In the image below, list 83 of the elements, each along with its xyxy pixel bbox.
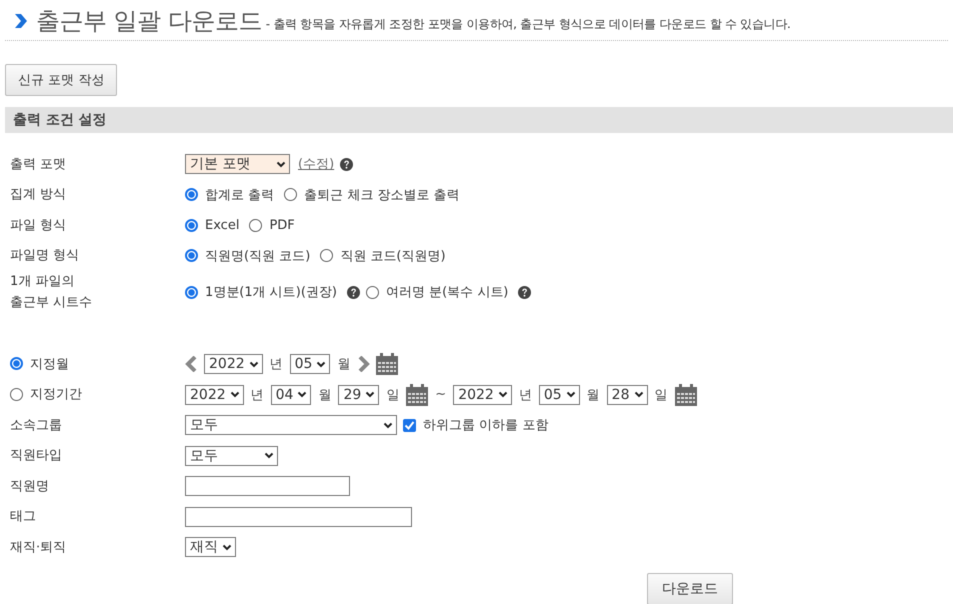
field-label: 파일명 형식 [10,248,80,264]
dropdown[interactable]: 모두 [185,415,397,436]
unit-label: ~ [435,387,446,402]
chevron-icon [383,422,393,429]
help-icon[interactable] [340,158,354,171]
radio-label: Excel [205,218,240,233]
chevron-icon [297,391,308,398]
radio-label: 직원명(직원 코드) [205,248,310,265]
radio-button[interactable] [185,218,198,232]
dropdown[interactable]: 05 [290,354,330,374]
page-description: - 출력 항목을 자유롭게 조정한 포맷을 이용하여, 출근부 형식으로 데이터를 다운로드 할 수 있습니다. [266,16,791,32]
field-label: 출력 포맷 [10,156,66,172]
unit-label: 월 [318,386,332,404]
field-label: 집계 방식 [10,187,66,202]
chevron-icon [365,391,376,398]
unit-label: 년 [250,386,264,404]
chevron-icon [264,452,274,460]
radio-button[interactable] [284,188,298,202]
radio-label: 지정기간 [30,386,82,403]
radio-label: 합계로 출력 [205,186,274,204]
checkbox[interactable] [403,418,416,432]
field-label: 직원타입 [10,448,62,464]
check-icon [403,418,416,432]
field-label: 직원명 [10,478,49,494]
chevron-icon [230,391,240,398]
field-label: 파일 형식 [10,218,66,233]
dropdown[interactable]: 기본 포맷 [185,154,290,174]
dropdown[interactable]: 29 [338,384,380,405]
radio-label: 지정월 [30,356,69,372]
dropdown[interactable]: 04 [270,384,312,405]
radio-label: 출퇴근 체크 장소별로 출력 [304,186,460,204]
radio-button[interactable] [320,249,334,262]
dropdown[interactable]: 05 [538,384,580,405]
field-label: 재직·퇴직 [10,540,66,555]
dropdown[interactable]: 28 [606,384,648,405]
radio-label: 직원 코드(직원명) [340,248,446,265]
chevron-icon [566,391,576,398]
calendar-icon[interactable] [376,353,398,376]
chevron-icon [276,160,286,168]
radio-button[interactable] [10,388,23,400]
edit-link[interactable]: (수정) [298,155,334,174]
checkbox-label: 하위그룹 이하를 포함 [423,417,548,434]
dropdown[interactable]: 모두 [185,446,278,466]
page-title: 출근부 일괄 다운로드 [36,6,262,37]
chevron-icon [634,391,644,398]
new-format-button[interactable]: 신규 포맷 작성 [5,64,118,96]
radio-button[interactable] [249,218,262,232]
dropdown[interactable]: 2022 [204,354,263,374]
unit-label: 일 [654,386,668,404]
dropdown[interactable]: 재직 [185,537,236,558]
section-header: 출력 조건 설정 [5,107,953,133]
unit-label: 년 [270,356,283,374]
text-field[interactable] [185,476,350,496]
next-icon[interactable] [357,356,370,372]
dropdown[interactable]: 2022 [185,384,244,405]
radio-label: 여러명 분(복수 시트) [386,284,508,301]
field-label: 1개 파일의 출근부 시트수 [10,274,92,310]
radio-button[interactable] [185,188,198,202]
help-icon[interactable] [346,286,360,298]
chevron-icon [316,360,326,368]
radio-label: PDF [269,218,295,233]
radio-button[interactable] [366,286,379,298]
unit-label: 월 [586,386,600,404]
previous-icon[interactable] [185,356,198,372]
chevron-icon [498,391,508,398]
calendar-icon[interactable] [674,384,696,406]
chevron-icon [248,360,259,368]
unit-label: 년 [518,386,532,404]
unit-label: 월 [337,356,350,374]
calendar-icon[interactable] [406,384,428,406]
radio-button[interactable] [185,249,198,262]
help-icon[interactable] [518,286,532,298]
text-field[interactable] [185,506,412,527]
field-label: 소속그룹 [10,418,62,433]
unit-label: 일 [386,386,400,404]
chevron-icon [13,12,28,30]
field-label: 태그 [10,509,36,524]
dropdown[interactable]: 2022 [453,384,512,405]
radio-label: 1명분(1개 시트)(권장) [205,284,337,301]
radio-button[interactable] [10,357,23,370]
chevron-icon [222,544,232,551]
radio-button[interactable] [185,286,198,298]
download-button[interactable]: 다운로드 [647,572,733,604]
